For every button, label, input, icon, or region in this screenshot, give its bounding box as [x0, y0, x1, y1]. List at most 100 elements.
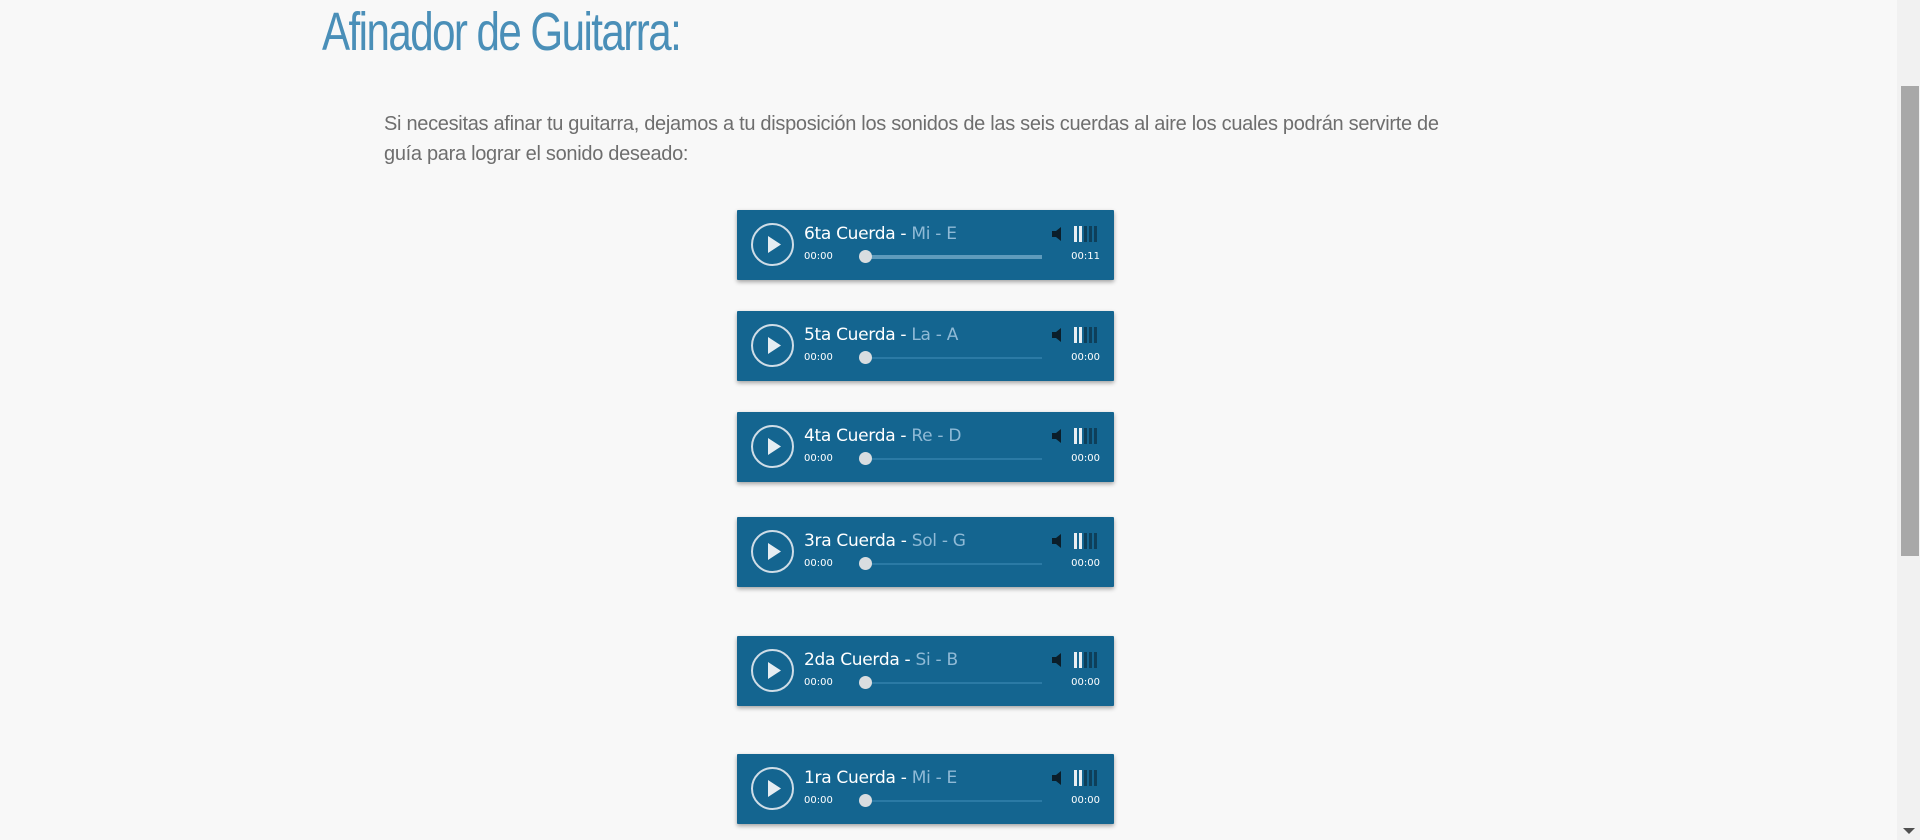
track-string-name: 4ta Cuerda — [804, 426, 896, 446]
volume-level-bar[interactable] — [1074, 533, 1077, 549]
track-title: 4ta Cuerda - Re - D — [804, 425, 961, 447]
volume-slider[interactable] — [1074, 428, 1100, 444]
play-button[interactable] — [751, 223, 794, 266]
total-duration: 00:00 — [1071, 795, 1100, 806]
volume-level-bar[interactable] — [1079, 533, 1082, 549]
volume-level-bar[interactable] — [1079, 652, 1082, 668]
speaker-icon[interactable] — [1050, 651, 1068, 669]
volume-level-bar[interactable] — [1079, 226, 1082, 242]
volume-level-bar[interactable] — [1084, 327, 1087, 343]
volume-level-bar[interactable] — [1079, 770, 1082, 786]
play-icon — [768, 337, 781, 354]
play-button[interactable] — [751, 530, 794, 573]
track-note-name: Mi - E — [911, 768, 958, 788]
play-icon — [768, 780, 781, 797]
current-time: 00:00 — [804, 453, 833, 464]
volume-slider[interactable] — [1074, 770, 1100, 786]
volume-level-bar[interactable] — [1074, 327, 1077, 343]
track-string-name: 3ra Cuerda — [804, 531, 896, 551]
track-title: 1ra Cuerda - Mi - E — [804, 767, 957, 789]
play-button[interactable] — [751, 425, 794, 468]
current-time: 00:00 — [804, 677, 833, 688]
play-icon — [768, 662, 781, 679]
volume-level-bar[interactable] — [1094, 226, 1097, 242]
volume-slider[interactable] — [1074, 652, 1100, 668]
progress-handle[interactable] — [859, 557, 872, 570]
current-time: 00:00 — [804, 795, 833, 806]
track-note-name: Si - B — [915, 650, 959, 670]
play-icon — [768, 236, 781, 253]
progress-bar[interactable] — [859, 351, 1042, 364]
audio-player: 3ra Cuerda - Sol - G 00:00 00:00 — [737, 517, 1114, 587]
page-scrollbar[interactable] — [1897, 0, 1920, 840]
volume-level-bar[interactable] — [1084, 652, 1087, 668]
track-title: 3ra Cuerda - Sol - G — [804, 530, 966, 552]
volume-level-bar[interactable] — [1089, 226, 1092, 242]
speaker-icon[interactable] — [1050, 326, 1068, 344]
volume-slider[interactable] — [1074, 226, 1100, 242]
volume-level-bar[interactable] — [1094, 770, 1097, 786]
speaker-icon[interactable] — [1050, 532, 1068, 550]
volume-level-bar[interactable] — [1094, 428, 1097, 444]
speaker-icon[interactable] — [1050, 427, 1068, 445]
play-icon — [768, 438, 781, 455]
volume-level-bar[interactable] — [1089, 327, 1092, 343]
current-time: 00:00 — [804, 251, 833, 262]
play-button[interactable] — [751, 767, 794, 810]
progress-handle[interactable] — [859, 351, 872, 364]
volume-level-bar[interactable] — [1074, 652, 1077, 668]
volume-level-bar[interactable] — [1084, 533, 1087, 549]
volume-level-bar[interactable] — [1074, 226, 1077, 242]
track-string-name: 6ta Cuerda — [804, 224, 896, 244]
volume-level-bar[interactable] — [1094, 652, 1097, 668]
track-string-name: 2da Cuerda — [804, 650, 900, 670]
scroll-down-arrow-icon[interactable] — [1903, 828, 1915, 834]
volume-level-bar[interactable] — [1079, 327, 1082, 343]
progress-bar[interactable] — [859, 250, 1042, 263]
track-string-name: 5ta Cuerda — [804, 325, 896, 345]
track-title: 2da Cuerda - Si - B — [804, 649, 958, 671]
track-note-name: Sol - G — [911, 531, 966, 551]
total-duration: 00:00 — [1071, 352, 1100, 363]
play-button[interactable] — [751, 649, 794, 692]
progress-bar[interactable] — [859, 676, 1042, 689]
progress-handle[interactable] — [859, 452, 872, 465]
play-icon — [768, 543, 781, 560]
speaker-icon[interactable] — [1050, 225, 1068, 243]
track-note-name: Mi - E — [911, 224, 957, 244]
progress-handle[interactable] — [859, 250, 872, 263]
progress-handle[interactable] — [859, 676, 872, 689]
progress-handle[interactable] — [859, 794, 872, 807]
speaker-icon[interactable] — [1050, 769, 1068, 787]
volume-level-bar[interactable] — [1084, 226, 1087, 242]
progress-bar[interactable] — [859, 452, 1042, 465]
volume-level-bar[interactable] — [1079, 428, 1082, 444]
volume-slider[interactable] — [1074, 533, 1100, 549]
track-note-name: Re - D — [911, 426, 962, 446]
progress-bar[interactable] — [859, 557, 1042, 570]
volume-level-bar[interactable] — [1094, 327, 1097, 343]
volume-level-bar[interactable] — [1089, 533, 1092, 549]
scrollbar-thumb[interactable] — [1901, 86, 1919, 556]
volume-level-bar[interactable] — [1084, 770, 1087, 786]
progress-bar[interactable] — [859, 794, 1042, 807]
audio-player: 5ta Cuerda - La - A 00:00 00:00 — [737, 311, 1114, 381]
total-duration: 00:11 — [1071, 251, 1100, 262]
volume-level-bar[interactable] — [1084, 428, 1087, 444]
volume-level-bar[interactable] — [1089, 652, 1092, 668]
total-duration: 00:00 — [1071, 677, 1100, 688]
volume-level-bar[interactable] — [1074, 770, 1077, 786]
track-title: 6ta Cuerda - Mi - E — [804, 223, 957, 245]
audio-player: 4ta Cuerda - Re - D 00:00 00:00 — [737, 412, 1114, 482]
play-button[interactable] — [751, 324, 794, 367]
audio-player: 1ra Cuerda - Mi - E 00:00 00:00 — [737, 754, 1114, 824]
volume-level-bar[interactable] — [1074, 428, 1077, 444]
volume-level-bar[interactable] — [1089, 770, 1092, 786]
track-title-separator: - — [900, 426, 907, 446]
volume-slider[interactable] — [1074, 327, 1100, 343]
volume-level-bar[interactable] — [1089, 428, 1092, 444]
volume-level-bar[interactable] — [1094, 533, 1097, 549]
track-note-name: La - A — [911, 325, 959, 345]
track-title-separator: - — [900, 531, 907, 551]
track-title-separator: - — [904, 650, 911, 670]
